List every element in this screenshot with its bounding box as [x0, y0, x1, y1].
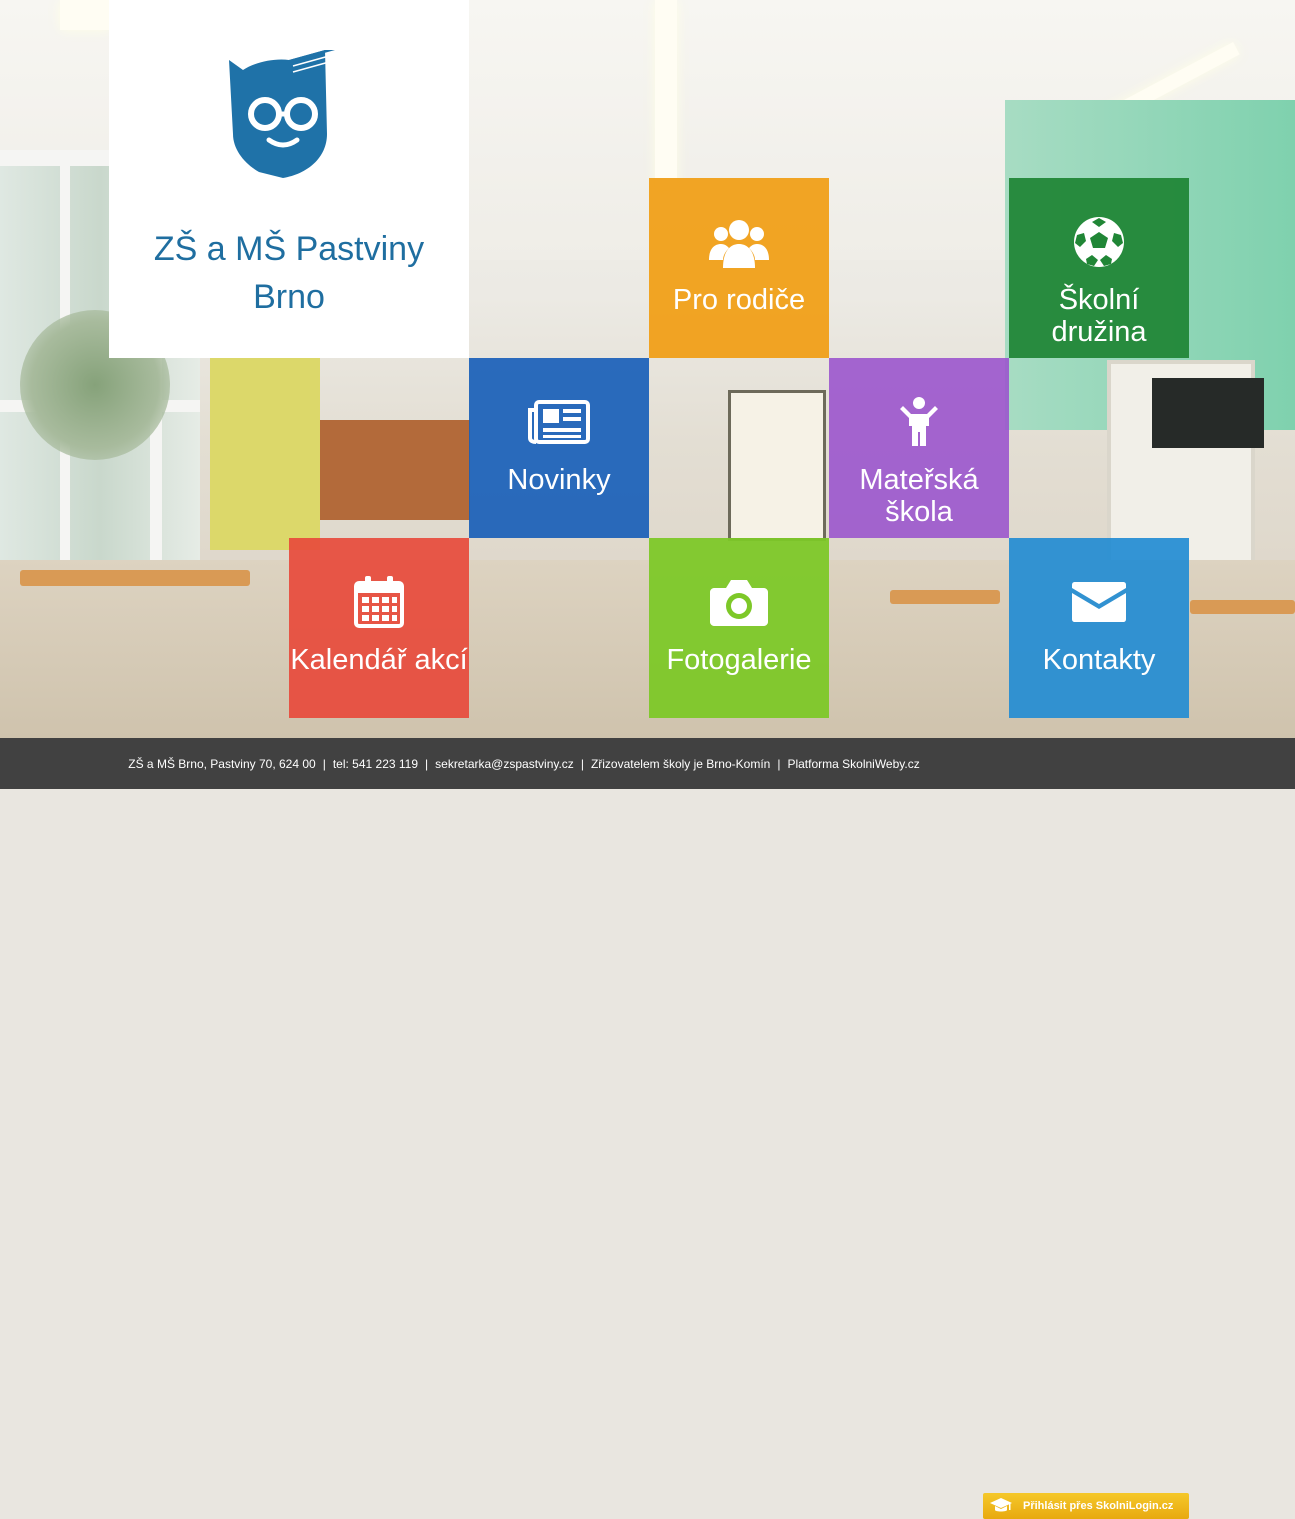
tile-label: Kalendář akcí [290, 644, 468, 676]
footer-info: ZŠ a MŠ Brno, Pastviny 70, 624 00 | tel:… [0, 738, 1048, 789]
footer-address: ZŠ a MŠ Brno, Pastviny 70, 624 00 [128, 756, 316, 771]
footer-phone: tel: 541 223 119 [332, 756, 419, 771]
login-button-label: Přihlásit přes SkolniLogin.cz [1023, 1500, 1174, 1512]
ceiling-light [60, 0, 110, 30]
footer: ZŠ a MŠ Brno, Pastviny 70, 624 00 | tel:… [0, 738, 1295, 1519]
tile-materska-skola[interactable]: Mateřská škola [829, 358, 1009, 538]
desk [1190, 600, 1295, 614]
logo-panel[interactable]: ZŠ a MŠ Pastviny Brno [109, 0, 469, 358]
tile-label: Mateřská škola [859, 464, 979, 528]
footer-founder: Zřizovatelem školy je Brno-Komín [590, 756, 771, 771]
footer-separator: | [777, 756, 781, 771]
envelope-icon [1009, 574, 1189, 630]
camera-icon [649, 574, 829, 630]
tile-label: Fotogalerie [666, 644, 812, 676]
desk [20, 570, 250, 586]
tile-kontakty[interactable]: Kontakty [1009, 538, 1189, 718]
footer-email-link[interactable]: sekretarka@zspastviny.cz [435, 757, 574, 771]
school-owl-book-logo-icon [229, 50, 335, 178]
calendar-icon [289, 574, 469, 630]
tile-novinky[interactable]: Novinky [469, 358, 649, 538]
tile-kalendar-akci[interactable]: Kalendář akcí [289, 538, 469, 718]
tile-fotogalerie[interactable]: Fotogalerie [649, 538, 829, 718]
ceiling-light [655, 0, 677, 190]
school-name: ZŠ a MŠ Pastviny Brno [153, 230, 425, 316]
soccer-ball-icon [1009, 214, 1189, 270]
parents-group-icon [649, 214, 829, 270]
tile-label: Kontakty [1042, 644, 1156, 676]
footer-platform-link[interactable]: Platforma SkolniWeby.cz [787, 757, 919, 771]
blackboard [1152, 378, 1264, 448]
tile-label: Novinky [507, 464, 611, 496]
footer-separator: | [322, 756, 326, 771]
child-icon [829, 394, 1009, 450]
tile-skolni-druzina[interactable]: Školní družina [1009, 178, 1189, 358]
yellow-wall [210, 350, 320, 550]
graduation-cap-icon [983, 1493, 1019, 1519]
tile-label: Pro rodiče [672, 284, 806, 316]
footer-separator: | [580, 756, 584, 771]
newspaper-icon [469, 394, 649, 450]
wall-poster [728, 390, 826, 541]
footer-separator: | [425, 756, 429, 771]
tile-pro-rodice[interactable]: Pro rodiče [649, 178, 829, 358]
bookshelf [320, 420, 470, 520]
tile-label: Školní družina [1051, 284, 1147, 348]
skolnilogin-button[interactable]: Přihlásit přes SkolniLogin.cz [983, 1493, 1189, 1519]
desk [890, 590, 1000, 604]
